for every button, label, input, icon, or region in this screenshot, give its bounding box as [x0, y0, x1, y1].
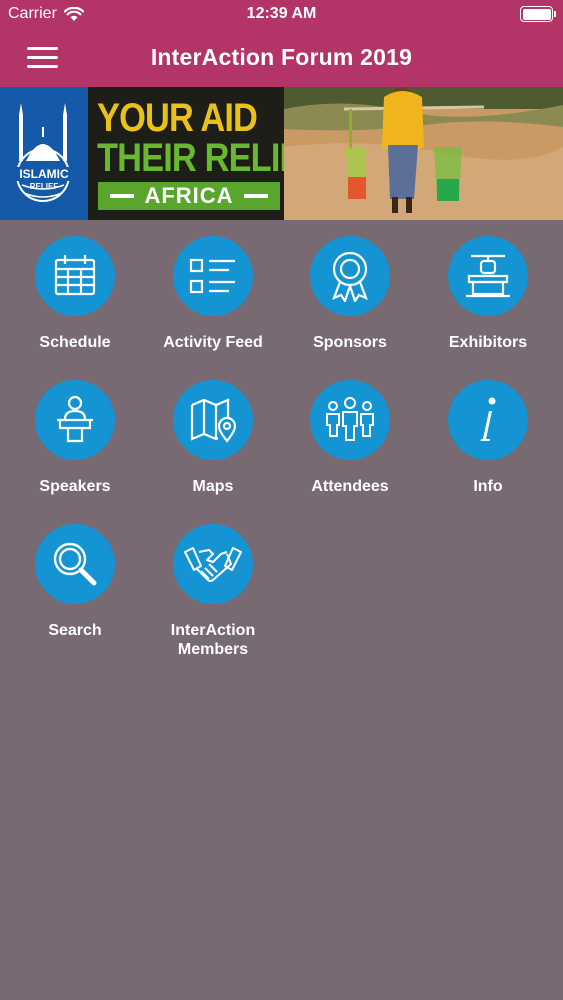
tile-exhibitors[interactable]: Exhibitors — [419, 236, 557, 352]
tile-label: Info — [473, 478, 503, 495]
tile-info[interactable]: Info — [419, 380, 557, 496]
logo-text-relief: RELIEF — [30, 182, 59, 191]
battery-icon — [520, 6, 556, 22]
list-icon — [173, 236, 253, 316]
tile-label: InterAction Members — [170, 622, 256, 658]
award-ribbon-icon — [310, 236, 390, 316]
banner-region: AFRICA — [98, 182, 280, 210]
info-icon — [448, 380, 528, 460]
status-bar: Carrier 12:39 AM — [0, 0, 563, 30]
tile-attendees[interactable]: Attendees — [281, 380, 419, 496]
mosque-logo-icon: ISLAMIC RELIEF — [12, 103, 76, 202]
page-title: InterAction Forum 2019 — [150, 44, 413, 70]
tile-label: Maps — [192, 478, 234, 495]
banner-headline-1: YOUR AID — [97, 96, 258, 140]
calendar-icon — [35, 236, 115, 316]
nav-bar: InterAction Forum 2019 — [0, 30, 563, 87]
tile-label: Activity Feed — [163, 334, 263, 351]
tile-schedule[interactable]: Schedule — [6, 236, 144, 352]
tile-label: Attendees — [311, 478, 389, 495]
tile-speakers[interactable]: Speakers — [6, 380, 144, 496]
search-icon — [35, 524, 115, 604]
app-header: Carrier 12:39 AM InterAction Forum 2019 — [0, 0, 563, 87]
podium-icon — [35, 380, 115, 460]
tile-activity-feed[interactable]: Activity Feed — [144, 236, 282, 352]
tile-interaction-members[interactable]: InterAction Members — [144, 524, 282, 659]
islamic-relief-logo: ISLAMIC RELIEF — [0, 87, 88, 220]
tile-maps[interactable]: Maps — [144, 380, 282, 496]
handshake-icon — [173, 524, 253, 604]
tile-label: Exhibitors — [448, 334, 528, 351]
tile-label: Sponsors — [313, 334, 387, 351]
logo-text-islamic: ISLAMIC — [19, 167, 69, 181]
tile-label: Schedule — [39, 334, 111, 351]
sponsor-banner[interactable]: ISLAMIC RELIEF YOUR AID THEIR RELIEF AFR… — [0, 87, 563, 220]
tile-label: Speakers — [39, 478, 111, 495]
banner-photo — [284, 87, 563, 220]
clock: 12:39 AM — [246, 5, 317, 22]
people-icon — [310, 380, 390, 460]
tile-sponsors[interactable]: Sponsors — [281, 236, 419, 352]
booth-icon — [448, 236, 528, 316]
tile-label: Search — [48, 622, 102, 639]
tile-search[interactable]: Search — [6, 524, 144, 640]
map-icon — [173, 380, 253, 460]
